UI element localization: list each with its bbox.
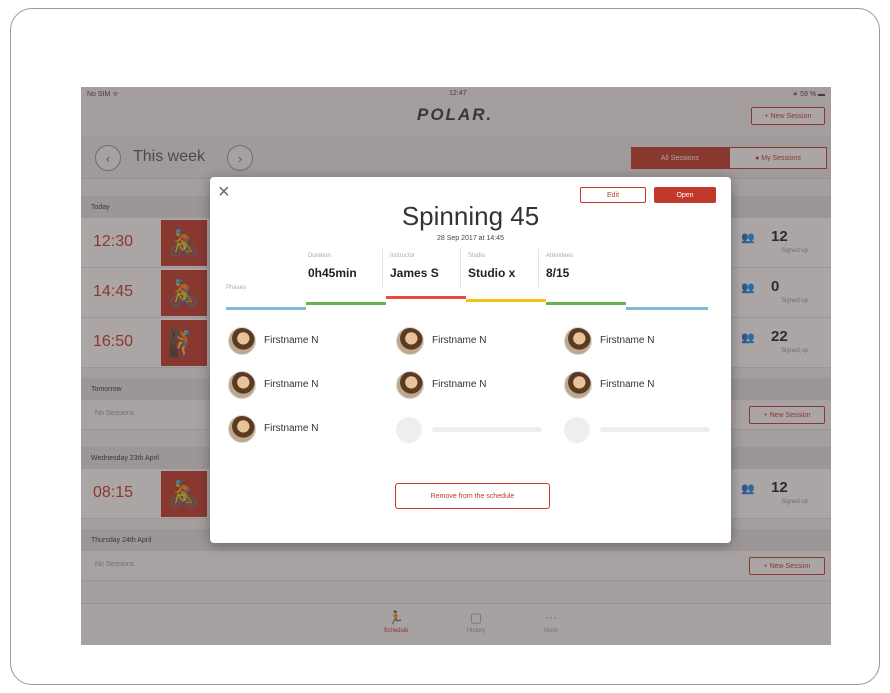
attendee-name: Firstname N	[264, 423, 319, 434]
avatar	[564, 371, 592, 399]
attendee-name: Firstname N	[264, 379, 319, 390]
stat-label: Studio	[468, 253, 486, 259]
empty-slot-avatar	[396, 417, 422, 443]
stat-studio: Studio Studio x	[468, 253, 515, 282]
session-detail-modal: × Edit Open Spinning 45 28 Sep 2017 at 1…	[210, 177, 731, 543]
app-screen: No SIM ᯤ 12:47 ∗ 59 % ▬ POLAR. + New Ses…	[81, 87, 831, 645]
session-date: 28 Sep 2017 at 14:45	[437, 235, 504, 242]
stat-value: 8/15	[546, 266, 570, 280]
phase-bar	[466, 299, 546, 302]
avatar	[228, 415, 256, 443]
avatar	[396, 371, 424, 399]
stat-label: Duration	[308, 253, 331, 259]
avatar	[228, 371, 256, 399]
phase-bar	[546, 302, 626, 305]
stat-label: Attendees	[546, 253, 574, 259]
attendee-name: Firstname N	[432, 335, 487, 346]
session-title: Spinning 45	[401, 201, 540, 231]
avatar	[396, 327, 424, 355]
attendee-name: Firstname N	[432, 379, 487, 390]
attendee-name: Firstname N	[600, 335, 655, 346]
divider	[538, 249, 539, 287]
device-frame: No SIM ᯤ 12:47 ∗ 59 % ▬ POLAR. + New Ses…	[10, 8, 880, 685]
remove-from-schedule-button[interactable]: Remove from the schedule	[395, 483, 550, 509]
phase-bar	[226, 307, 306, 310]
phase-bar	[386, 296, 466, 299]
divider	[460, 249, 461, 287]
stat-value: 0h45min	[308, 266, 357, 280]
stat-instructor: Instructor James S	[390, 253, 439, 282]
phases-label: Phases	[226, 285, 247, 291]
empty-slot-avatar	[564, 417, 590, 443]
phase-bar	[306, 302, 386, 305]
attendee-name: Firstname N	[600, 379, 655, 390]
stat-value: Studio x	[468, 266, 516, 280]
empty-slot-line	[432, 427, 542, 432]
avatar	[564, 327, 592, 355]
divider	[382, 249, 383, 287]
empty-slot-line	[600, 427, 710, 432]
stat-label: Instructor	[390, 253, 416, 259]
stat-attendees: Attendees 8/15	[546, 253, 573, 282]
attendee-name: Firstname N	[264, 335, 319, 346]
phase-bar	[626, 307, 708, 310]
stat-duration: Duration 0h45min	[308, 253, 357, 282]
stat-value: James S	[390, 266, 439, 280]
avatar	[228, 327, 256, 355]
